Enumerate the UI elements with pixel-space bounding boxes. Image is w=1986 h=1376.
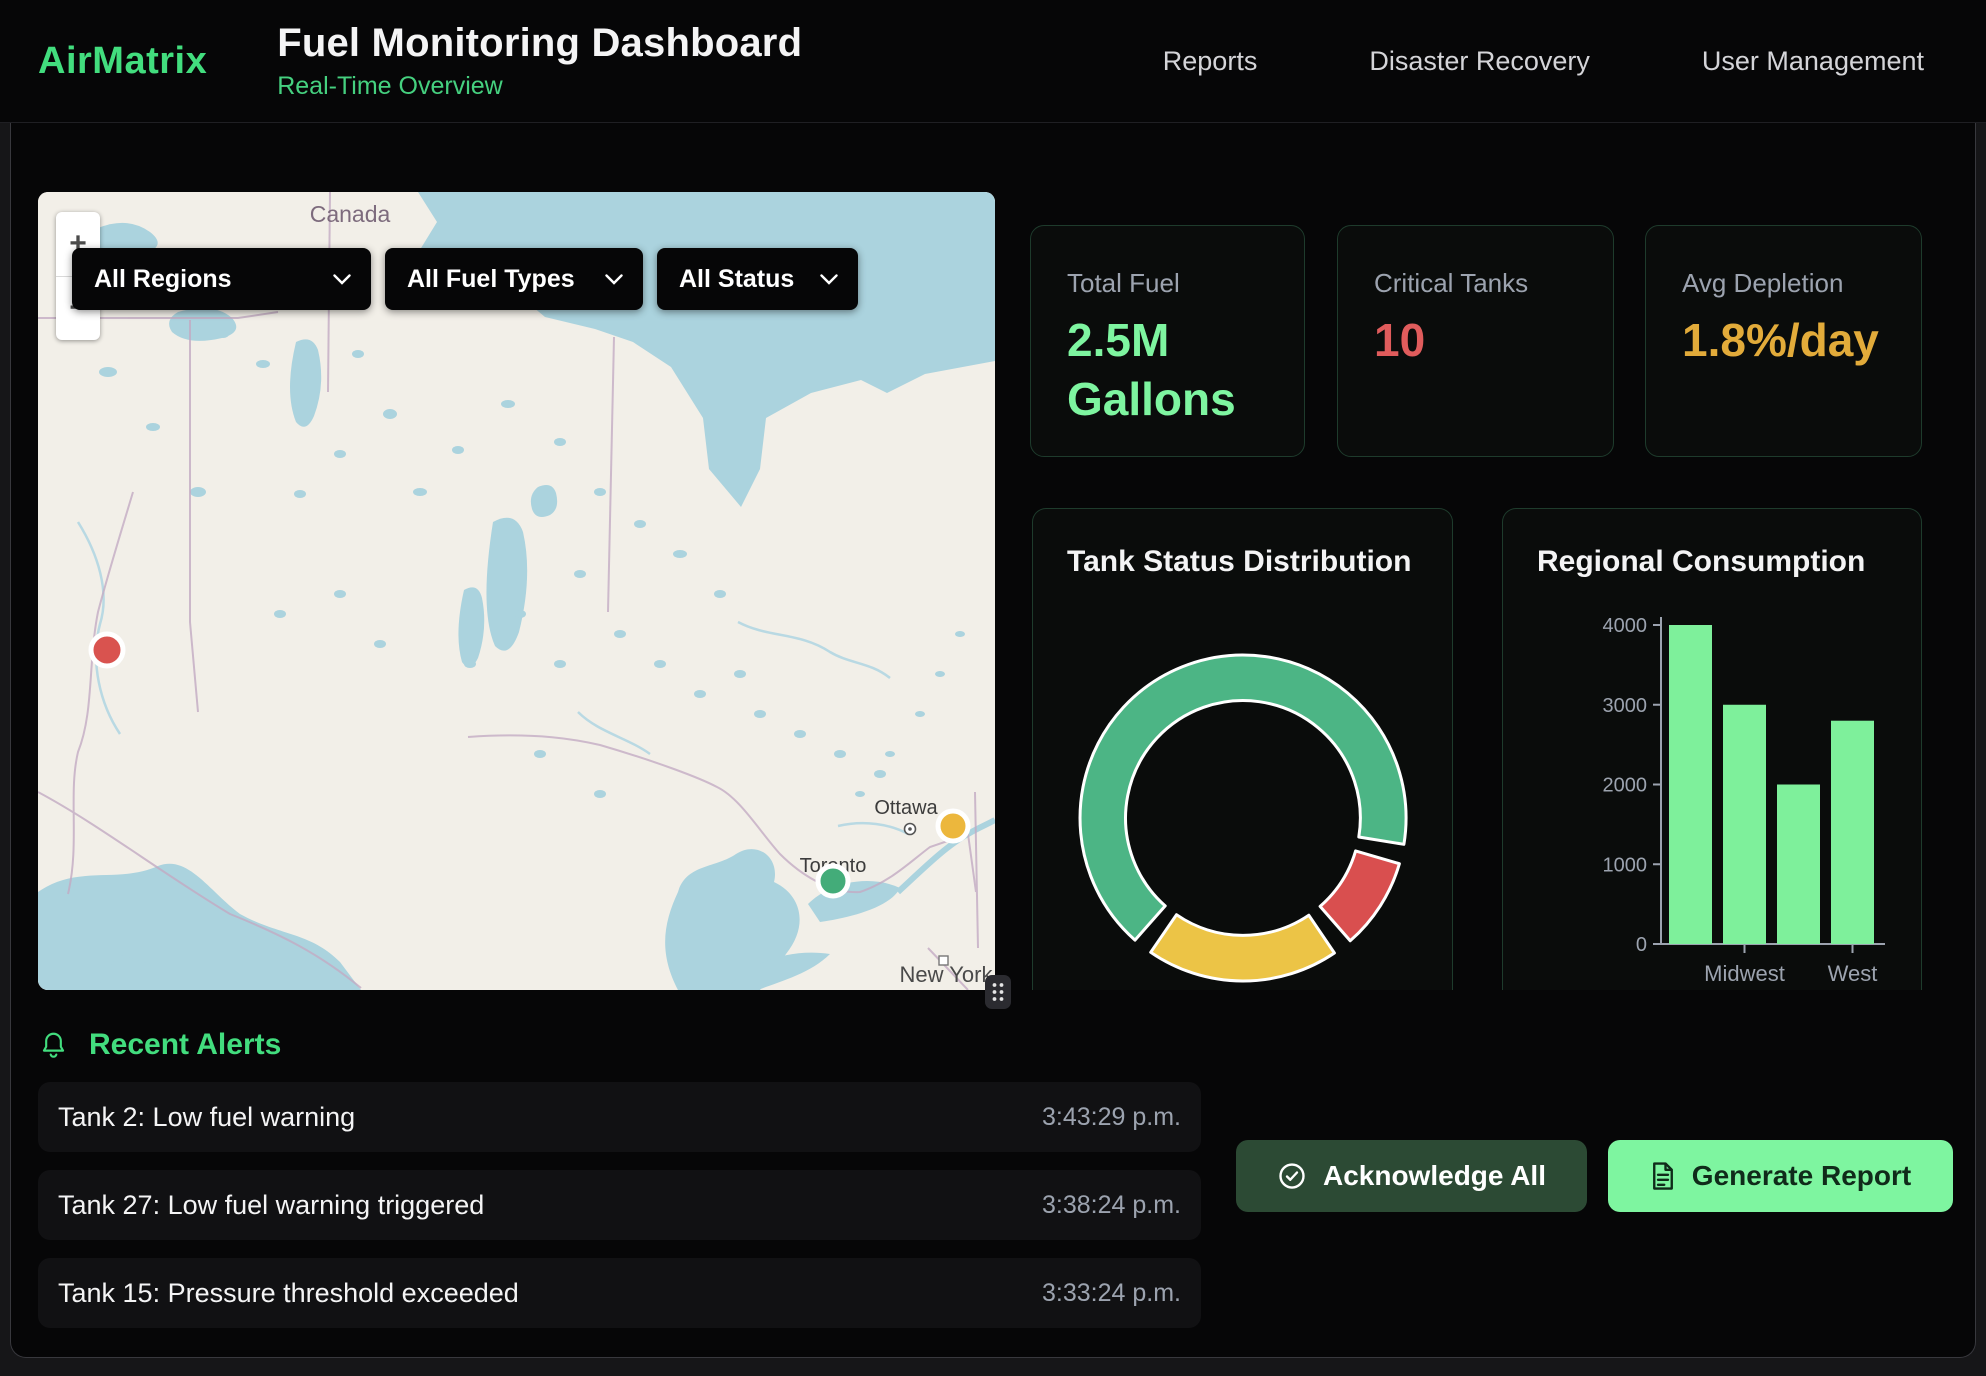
nav-item-reports[interactable]: Reports — [1163, 46, 1258, 77]
circle-check-icon — [1277, 1161, 1307, 1191]
chevron-down-icon — [820, 274, 838, 285]
y-tick-label: 0 — [1636, 934, 1647, 956]
alert-row: Tank 2: Low fuel warning 3:43:29 p.m. — [38, 1082, 1201, 1152]
chevron-down-icon — [333, 274, 351, 285]
acknowledge-all-button[interactable]: Acknowledge All — [1236, 1140, 1587, 1212]
tank-status-card: Tank Status Distribution — [1032, 508, 1453, 990]
y-tick-label: 2000 — [1603, 775, 1648, 797]
alert-timestamp: 3:38:24 p.m. — [1042, 1191, 1181, 1220]
regional-consumption-bar-chart: 0 1000 2000 3000 4000 Midwest West — [1503, 509, 1922, 990]
page-subtitle: Real-Time Overview — [277, 72, 802, 101]
fuel-type-filter-dropdown[interactable]: All Fuel Types — [385, 248, 643, 310]
document-icon — [1650, 1161, 1676, 1191]
x-tick-label: Midwest — [1704, 961, 1785, 986]
map-canvas: CanadaOttawaTorontoNew York — [38, 192, 995, 990]
y-tick-label: 4000 — [1603, 615, 1648, 637]
stat-value: 2.5M Gallons — [1067, 311, 1268, 429]
map-label-new-york: New York — [900, 962, 994, 987]
grip-dots-icon — [991, 981, 1005, 1003]
app-header: AirMatrix Fuel Monitoring Dashboard Real… — [0, 0, 1986, 123]
fuel-type-filter-value: All Fuel Types — [407, 265, 575, 294]
stat-card-avg-depletion: Avg Depletion 1.8%/day — [1645, 225, 1922, 457]
tank-status-donut-chart — [1033, 509, 1453, 990]
bar-2 — [1777, 785, 1820, 945]
bar-1 — [1723, 705, 1766, 944]
stat-card-total-fuel: Total Fuel 2.5M Gallons — [1030, 225, 1305, 457]
donut-segment-critical — [1320, 851, 1399, 941]
recent-alerts-heading: Recent Alerts — [89, 1028, 281, 1062]
generate-report-button[interactable]: Generate Report — [1608, 1140, 1953, 1212]
stat-label: Critical Tanks — [1374, 268, 1577, 299]
nav-item-user-management[interactable]: User Management — [1702, 46, 1924, 77]
bar-0 — [1669, 625, 1712, 944]
region-filter-value: All Regions — [94, 265, 232, 294]
acknowledge-all-label: Acknowledge All — [1323, 1160, 1546, 1192]
stat-card-critical-tanks: Critical Tanks 10 — [1337, 225, 1614, 457]
normal-tank-marker[interactable] — [818, 866, 848, 896]
bell-icon — [40, 1030, 67, 1060]
donut-segment-warning — [1151, 915, 1335, 981]
region-filter-dropdown[interactable]: All Regions — [72, 248, 371, 310]
stat-label: Avg Depletion — [1682, 268, 1885, 299]
alert-timestamp: 3:43:29 p.m. — [1042, 1103, 1181, 1132]
alert-message: Tank 2: Low fuel warning — [58, 1102, 355, 1133]
alert-message: Tank 15: Pressure threshold exceeded — [58, 1278, 519, 1309]
stat-label: Total Fuel — [1067, 268, 1268, 299]
stat-value: 10 — [1374, 311, 1577, 370]
generate-report-label: Generate Report — [1692, 1160, 1911, 1192]
nav-item-disaster-recovery[interactable]: Disaster Recovery — [1369, 46, 1590, 77]
y-tick-label: 1000 — [1603, 854, 1648, 876]
critical-tank-marker[interactable] — [91, 634, 123, 666]
main-nav: Reports Disaster Recovery User Managemen… — [1163, 46, 1986, 77]
fuel-map[interactable]: CanadaOttawaTorontoNew York + − All Regi… — [38, 192, 995, 990]
status-filter-dropdown[interactable]: All Status — [657, 248, 858, 310]
page-title: Fuel Monitoring Dashboard — [277, 21, 802, 66]
map-filter-row: All Regions All Fuel Types All Status — [72, 248, 858, 310]
alert-row: Tank 15: Pressure threshold exceeded 3:3… — [38, 1258, 1201, 1328]
title-block: Fuel Monitoring Dashboard Real-Time Over… — [277, 21, 802, 101]
app-logo: AirMatrix — [38, 40, 207, 83]
stat-value: 1.8%/day — [1682, 311, 1885, 370]
y-tick-label: 3000 — [1603, 695, 1648, 717]
status-filter-value: All Status — [679, 265, 794, 294]
x-tick-label: West — [1828, 961, 1878, 986]
chevron-down-icon — [605, 274, 623, 285]
bar-3 — [1831, 721, 1874, 944]
map-resize-grip[interactable] — [985, 975, 1011, 1009]
alert-row: Tank 27: Low fuel warning triggered 3:38… — [38, 1170, 1201, 1240]
regional-consumption-card: Regional Consumption 01000200030004000Mi… — [1502, 508, 1922, 990]
alert-message: Tank 27: Low fuel warning triggered — [58, 1190, 484, 1221]
map-label-ottawa: Ottawa — [874, 797, 938, 819]
map-label-canada: Canada — [310, 201, 391, 227]
alert-timestamp: 3:33:24 p.m. — [1042, 1279, 1181, 1308]
warning-tank-marker[interactable] — [938, 811, 968, 841]
recent-alerts-header: Recent Alerts — [40, 1028, 281, 1062]
